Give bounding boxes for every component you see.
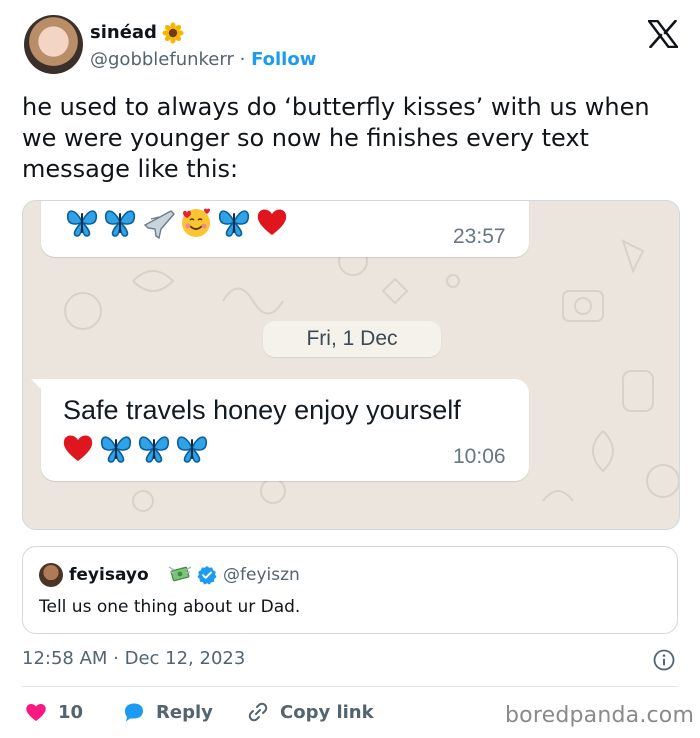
- verified-badge-icon: [197, 566, 217, 585]
- money-with-wings-emoji-icon: [168, 566, 192, 582]
- airplane-emoji-icon: [143, 210, 175, 239]
- butterfly-emoji-icon: [66, 210, 98, 237]
- tweet-text: he used to always do ‘butterfly kisses’ …: [22, 93, 650, 183]
- link-icon: [248, 702, 268, 722]
- reply-label: Reply: [156, 701, 213, 723]
- chat-bubble-received: 23:57: [41, 201, 529, 257]
- quote-author-avatar[interactable]: [39, 563, 63, 587]
- butterfly-emoji-icon: [218, 210, 250, 237]
- author-avatar[interactable]: [24, 15, 83, 74]
- copy-link-label: Copy link: [280, 701, 374, 723]
- message1-time: 23:57: [453, 225, 506, 248]
- butterfly-emoji-icon: [138, 436, 170, 463]
- butterfly-emoji-icon: [176, 436, 208, 463]
- quote-text: Tell us one thing about ur Dad.: [39, 597, 301, 617]
- author-handle-row: @gobblefunkerr · Follow: [90, 49, 316, 70]
- tweet-timestamp[interactable]: 12:58 AM · Dec 12, 2023: [22, 648, 245, 669]
- like-count: 10: [58, 701, 84, 723]
- message2-time: 10:06: [453, 445, 506, 468]
- heart-icon: [26, 703, 46, 721]
- chat-date-chip: Fri, 1 Dec: [263, 321, 441, 357]
- chat-bubble-received: Safe travels honey enjoy yourself 10:06: [41, 379, 529, 481]
- watermark-text: boredpanda.com: [505, 703, 695, 728]
- actions-divider: [22, 686, 678, 687]
- reply-button[interactable]: Reply: [122, 700, 213, 724]
- smiling-face-with-hearts-emoji-icon: [182, 208, 210, 237]
- follow-button[interactable]: Follow: [251, 49, 316, 70]
- author-handle[interactable]: @gobblefunkerr: [90, 49, 234, 70]
- butterfly-emoji-icon: [100, 436, 132, 463]
- like-button[interactable]: 10: [24, 700, 83, 724]
- copy-link-button[interactable]: Copy link: [246, 700, 374, 724]
- message1-emoji-row: [65, 205, 289, 239]
- author-display-name[interactable]: sinéad: [90, 22, 157, 43]
- x-logo-icon[interactable]: [648, 20, 678, 48]
- tweet-media-image[interactable]: 23:57 Fri, 1 Dec Safe travels honey enjo…: [22, 200, 680, 530]
- red-heart-emoji-icon: [257, 209, 287, 235]
- quoted-tweet[interactable]: feyisayo @feyiszn Tell us one thing abou…: [22, 546, 678, 634]
- quote-author-handle[interactable]: @feyiszn: [223, 565, 300, 585]
- message2-text: Safe travels honey enjoy yourself: [63, 395, 461, 425]
- info-icon[interactable]: [652, 648, 676, 672]
- sunflower-emoji-icon: [162, 22, 184, 44]
- handle-separator: ·: [239, 49, 246, 70]
- message2-emoji-row: [61, 431, 209, 465]
- reply-bubble-icon: [125, 703, 143, 722]
- red-heart-emoji-icon: [63, 435, 93, 461]
- quote-author-name[interactable]: feyisayo: [69, 565, 149, 585]
- butterfly-emoji-icon: [104, 210, 136, 237]
